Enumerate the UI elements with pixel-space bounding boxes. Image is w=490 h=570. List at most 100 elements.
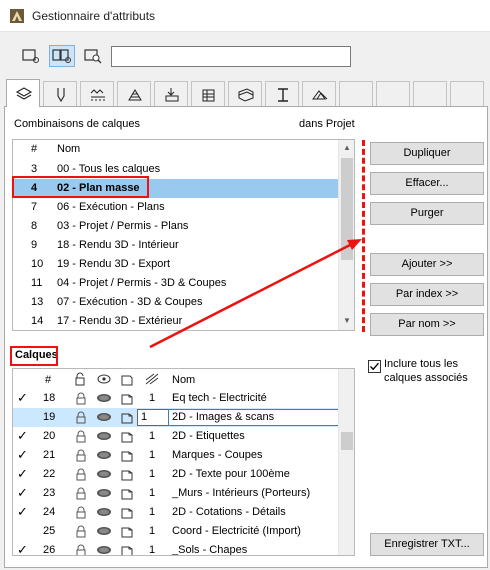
lock-icon[interactable] — [74, 410, 88, 425]
lock-icon[interactable] — [74, 505, 88, 520]
combinations-list[interactable]: # Nom 3 00 - Tous les calques 4 02 - Plan m… — [12, 139, 355, 331]
layer-include-check[interactable]: ✓ — [17, 447, 28, 463]
save-txt-button[interactable]: Enregistrer TXT... — [370, 533, 484, 556]
purge-button[interactable]: Purger — [370, 202, 484, 225]
pen-column-icon[interactable] — [144, 372, 160, 386]
combination-row[interactable]: 8 03 - Projet / Permis - Plans — [13, 217, 339, 236]
wireframe-icon[interactable] — [120, 543, 134, 556]
name-column-header[interactable]: Nom — [57, 143, 80, 155]
layer-include-check[interactable]: ✓ — [17, 542, 28, 555]
lock-column-icon[interactable] — [73, 372, 87, 386]
visibility-icon[interactable] — [96, 486, 112, 501]
num-column-header[interactable]: # — [45, 374, 51, 386]
layer-pen[interactable]: 1 — [149, 544, 155, 555]
layer-pen[interactable]: 1 — [137, 409, 169, 426]
wireframe-icon[interactable] — [120, 524, 134, 539]
tab-extra[interactable] — [339, 81, 373, 106]
combination-row[interactable]: 7 06 - Exécution - Plans — [13, 198, 339, 217]
layer-include-check[interactable]: ✓ — [17, 390, 28, 406]
layer-row[interactable]: ✓ 26 1 _Sols - Chapes — [13, 541, 339, 556]
tab-extra[interactable] — [413, 81, 447, 106]
visibility-icon[interactable] — [96, 448, 112, 463]
layer-pen[interactable]: 1 — [149, 430, 155, 442]
scroll-thumb[interactable] — [341, 432, 353, 450]
name-column-header[interactable]: Nom — [172, 374, 195, 386]
lock-icon[interactable] — [74, 543, 88, 556]
tab-composites[interactable] — [154, 81, 188, 106]
layer-pen[interactable]: 1 — [149, 525, 155, 537]
layer-include-check[interactable]: ✓ — [17, 466, 28, 482]
layer-include-check[interactable]: ✓ — [17, 485, 28, 501]
combination-row[interactable]: 9 18 - Rendu 3D - Intérieur — [13, 236, 339, 255]
wireframe-icon[interactable] — [120, 486, 134, 501]
layer-row[interactable]: ✓ 22 1 2D - Texte pour 100ème — [13, 465, 339, 484]
tab-fills[interactable] — [117, 81, 151, 106]
visibility-icon[interactable] — [96, 429, 112, 444]
include-associated-checkbox[interactable] — [368, 360, 381, 373]
duplicate-button[interactable]: Dupliquer — [370, 142, 484, 165]
lock-icon[interactable] — [74, 486, 88, 501]
add-button[interactable]: Ajouter >> — [370, 253, 484, 276]
dual-view-icon[interactable] — [49, 45, 75, 67]
layer-include-check[interactable]: ✓ — [17, 504, 28, 520]
wireframe-icon[interactable] — [120, 505, 134, 520]
wireframe-icon[interactable] — [120, 467, 134, 482]
visibility-icon[interactable] — [96, 410, 112, 425]
lock-icon[interactable] — [74, 467, 88, 482]
combination-row[interactable]: 11 04 - Projet / Permis - 3D & Coupes — [13, 274, 339, 293]
by-index-button[interactable]: Par index >> — [370, 283, 484, 306]
visibility-icon[interactable] — [96, 467, 112, 482]
layer-name[interactable]: 2D - Images & scans — [168, 409, 339, 426]
combination-row[interactable]: 13 07 - Exécution - 3D & Coupes — [13, 293, 339, 312]
layer-pen[interactable]: 1 — [149, 392, 155, 404]
tab-zones[interactable] — [228, 81, 262, 106]
layer-include-check[interactable]: ✓ — [17, 428, 28, 444]
visibility-icon[interactable] — [96, 391, 112, 406]
visibility-icon[interactable] — [96, 524, 112, 539]
visibility-icon[interactable] — [96, 543, 112, 556]
lock-icon[interactable] — [74, 524, 88, 539]
scroll-thumb[interactable] — [341, 158, 353, 260]
layer-row[interactable]: ✓ 18 1 Eq tech - Electricité — [13, 389, 339, 408]
tab-extra[interactable] — [450, 81, 484, 106]
tab-lines[interactable] — [80, 81, 114, 106]
search-input[interactable] — [111, 46, 351, 67]
lock-icon[interactable] — [74, 448, 88, 463]
layers-scrollbar[interactable] — [338, 369, 354, 555]
layer-row[interactable]: 19 1 2D - Images & scans — [13, 408, 339, 427]
wireframe-icon[interactable] — [120, 410, 134, 425]
layer-pen[interactable]: 1 — [149, 468, 155, 480]
wireframe-column-icon[interactable] — [120, 372, 134, 386]
search-view-icon[interactable] — [80, 45, 106, 67]
tab-pens[interactable] — [43, 81, 77, 106]
tab-mep[interactable] — [302, 81, 336, 106]
by-name-button[interactable]: Par nom >> — [370, 313, 484, 336]
layer-row[interactable]: ✓ 21 1 Marques - Coupes — [13, 446, 339, 465]
wireframe-icon[interactable] — [120, 429, 134, 444]
wireframe-icon[interactable] — [120, 391, 134, 406]
layer-pen[interactable]: 1 — [149, 449, 155, 461]
layer-row[interactable]: 25 1 Coord - Electricité (Import) — [13, 522, 339, 541]
delete-button[interactable]: Effacer... — [370, 172, 484, 195]
tab-profiles[interactable] — [191, 81, 225, 106]
wireframe-icon[interactable] — [120, 448, 134, 463]
lock-icon[interactable] — [74, 391, 88, 406]
single-view-icon[interactable] — [18, 45, 44, 67]
tab-extra[interactable] — [376, 81, 410, 106]
layer-pen[interactable]: 1 — [149, 506, 155, 518]
combination-row[interactable]: 14 17 - Rendu 3D - Extérieur — [13, 312, 339, 330]
layers-list[interactable]: # Nom ✓ 18 1 Eq tech - Electricité 19 1 2D - I… — [12, 368, 355, 556]
visibility-icon[interactable] — [96, 505, 112, 520]
combinations-scrollbar[interactable]: ▲ ▼ — [338, 140, 354, 330]
lock-icon[interactable] — [74, 429, 88, 444]
layer-pen[interactable]: 1 — [149, 487, 155, 499]
layer-row[interactable]: ✓ 23 1 _Murs - Intérieurs (Porteurs) — [13, 484, 339, 503]
layer-row[interactable]: ✓ 20 1 2D - Etiquettes — [13, 427, 339, 446]
tab-layers[interactable] — [6, 79, 40, 107]
tab-surfaces[interactable] — [265, 81, 299, 106]
visibility-column-icon[interactable] — [96, 372, 112, 386]
scroll-up-icon[interactable]: ▲ — [339, 140, 354, 156]
layer-row[interactable]: ✓ 24 1 2D - Cotations - Détails — [13, 503, 339, 522]
num-column-header[interactable]: # — [31, 143, 37, 155]
combination-row[interactable]: 10 19 - Rendu 3D - Export — [13, 255, 339, 274]
